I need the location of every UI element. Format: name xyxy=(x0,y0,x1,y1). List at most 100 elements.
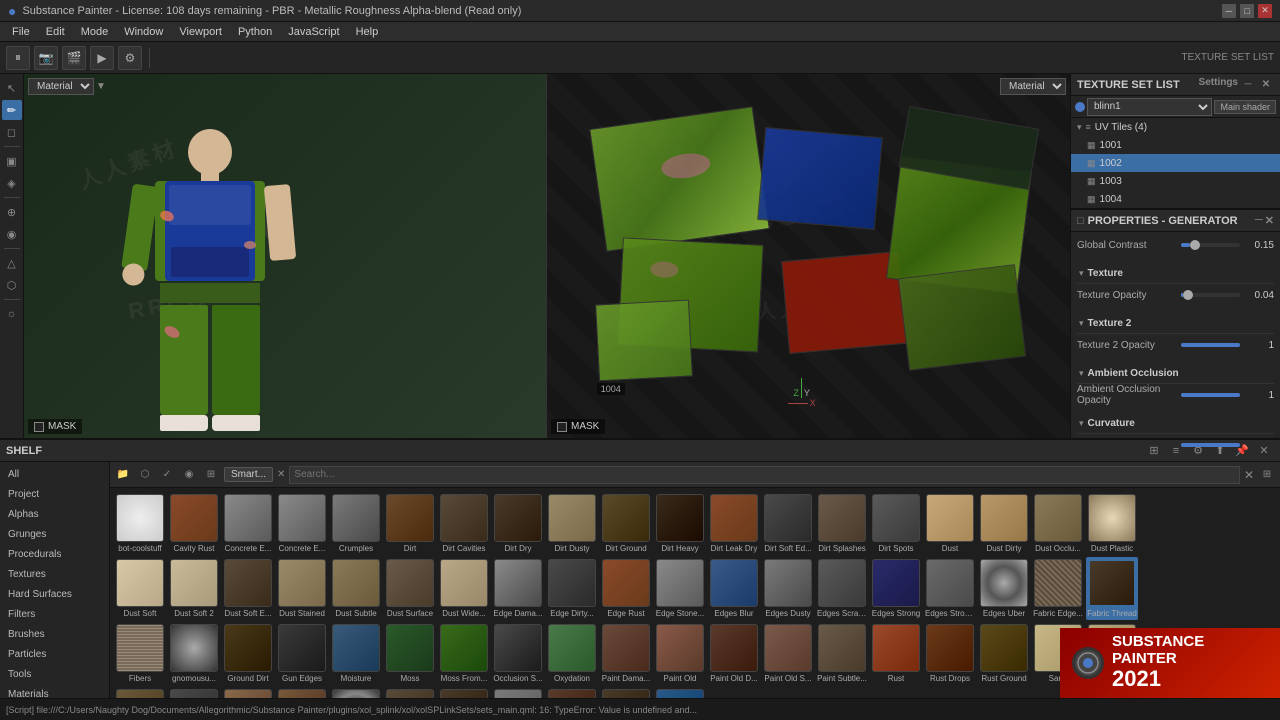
uv-tile-1002[interactable]: ▦ 1002 xyxy=(1071,154,1280,172)
material-name-select[interactable]: blinn1 xyxy=(1087,98,1212,116)
grid-item-31[interactable]: Edges Dusty xyxy=(762,557,814,620)
main-shader-button[interactable]: Main shader xyxy=(1214,100,1276,114)
paint-tool[interactable]: ✏ xyxy=(2,100,22,120)
render-button[interactable]: 🎬 xyxy=(62,46,86,70)
blur-tool[interactable]: ◉ xyxy=(2,224,22,244)
shelf-grid-btn[interactable]: ⊞ xyxy=(1144,442,1164,460)
global-contrast-slider[interactable] xyxy=(1181,243,1240,247)
grid-item-10[interactable]: Dirt Heavy xyxy=(654,492,706,555)
grid-item-28[interactable]: Edge Rust xyxy=(600,557,652,620)
curvature-opacity-slider[interactable] xyxy=(1181,443,1240,447)
grid-item-65[interactable]: Surface Rust xyxy=(546,687,598,698)
uv-tile-1003[interactable]: ▦ 1003 xyxy=(1071,172,1280,190)
grid-item-54[interactable]: Rust Ground xyxy=(978,622,1030,685)
grid-item-49[interactable]: Paint Old D... xyxy=(708,622,760,685)
clone-tool[interactable]: ⊕ xyxy=(2,202,22,222)
grid-item-58[interactable]: Sharp Dirt xyxy=(168,687,220,698)
texture2-category[interactable]: ▾ Texture 2 xyxy=(1077,314,1274,334)
render-mode-tool[interactable]: ☼ xyxy=(2,304,22,324)
grid-item-50[interactable]: Paint Old S... xyxy=(762,622,814,685)
minimize-button[interactable]: ─ xyxy=(1222,4,1236,18)
shelf-cat-tools[interactable]: Tools xyxy=(0,664,109,684)
filter-btn-check[interactable]: ✓ xyxy=(158,466,176,484)
grid-item-45[interactable]: Occlusion S... xyxy=(492,622,544,685)
grid-item-37[interactable]: Fabric Thread xyxy=(1086,557,1138,620)
menu-file[interactable]: File xyxy=(4,22,38,41)
grid-item-5[interactable]: Dirt xyxy=(384,492,436,555)
filter-btn-list[interactable]: ⬡ xyxy=(136,466,154,484)
grid-item-6[interactable]: Dirt Cavities xyxy=(438,492,490,555)
shelf-cat-grunges[interactable]: Grunges xyxy=(0,524,109,544)
search-input[interactable] xyxy=(289,466,1240,484)
shelf-cat-all[interactable]: All xyxy=(0,464,109,484)
filter-btn-toggle[interactable]: ◉ xyxy=(180,466,198,484)
filter-btn-grid[interactable]: ⊞ xyxy=(202,466,220,484)
curvature-category[interactable]: ▾ Curvature xyxy=(1077,414,1274,434)
shelf-cat-procedurals[interactable]: Procedurals xyxy=(0,544,109,564)
filter-display-btn[interactable]: ⊞ xyxy=(1258,466,1276,484)
menu-window[interactable]: Window xyxy=(116,22,171,41)
shelf-close-btn[interactable]: ✕ xyxy=(1254,442,1274,460)
grid-item-8[interactable]: Dirt Dusty xyxy=(546,492,598,555)
grid-item-38[interactable]: Fibers xyxy=(114,622,166,685)
maximize-button[interactable]: □ xyxy=(1240,4,1254,18)
shelf-cat-alphas[interactable]: Alphas xyxy=(0,504,109,524)
grid-item-35[interactable]: Edges Uber xyxy=(978,557,1030,620)
grid-item-27[interactable]: Edge Dirty... xyxy=(546,557,598,620)
viewport-2d[interactable]: RRCG.CN 人人素材 1004 xyxy=(547,74,1070,438)
grid-item-59[interactable]: Soft Damage xyxy=(222,687,274,698)
shelf-cat-particles[interactable]: Particles xyxy=(0,644,109,664)
grid-item-51[interactable]: Paint Subtle... xyxy=(816,622,868,685)
video-button[interactable]: ▶ xyxy=(90,46,114,70)
uv-tile-1001[interactable]: ▦ 1001 xyxy=(1071,136,1280,154)
grid-item-16[interactable]: Dust Dirty xyxy=(978,492,1030,555)
grid-item-7[interactable]: Dirt Dry xyxy=(492,492,544,555)
mask-checkbox-2d[interactable] xyxy=(557,422,567,432)
grid-item-13[interactable]: Dirt Splashes xyxy=(816,492,868,555)
properties-close-btn[interactable]: ✕ xyxy=(1265,214,1274,227)
grid-item-21[interactable]: Dust Soft E... xyxy=(222,557,274,620)
grid-item-33[interactable]: Edges Strong xyxy=(870,557,922,620)
uv-tiles-header[interactable]: ▾ ≡ UV Tiles (4) xyxy=(1071,118,1280,136)
grid-item-67[interactable]: Water Drops xyxy=(654,687,706,698)
texture-opacity-slider[interactable] xyxy=(1181,293,1240,297)
grid-item-39[interactable]: gnomousu... xyxy=(168,622,220,685)
grid-item-44[interactable]: Moss From... xyxy=(438,622,490,685)
menu-edit[interactable]: Edit xyxy=(38,22,73,41)
ao-category[interactable]: ▾ Ambient Occlusion xyxy=(1077,364,1274,384)
texture-category[interactable]: ▾ Texture xyxy=(1077,264,1274,284)
pause-button[interactable]: ⏸ xyxy=(6,46,30,70)
texture-set-minimize-btn[interactable]: ─ xyxy=(1240,77,1256,93)
mesh-tool[interactable]: ⬡ xyxy=(2,275,22,295)
grid-item-66[interactable]: Surface Worm xyxy=(600,687,652,698)
grid-item-34[interactable]: Edges Stron... xyxy=(924,557,976,620)
grid-item-20[interactable]: Dust Soft 2 xyxy=(168,557,220,620)
grid-item-9[interactable]: Dirt Ground xyxy=(600,492,652,555)
grid-item-47[interactable]: Paint Dama... xyxy=(600,622,652,685)
filter-btn-folder[interactable]: 📁 xyxy=(114,466,132,484)
search-clear-btn[interactable]: ✕ xyxy=(1244,468,1254,482)
shelf-cat-brushes[interactable]: Brushes xyxy=(0,624,109,644)
grid-item-46[interactable]: Oxydation xyxy=(546,622,598,685)
material-select-3d[interactable]: Material xyxy=(28,78,94,95)
grid-item-60[interactable]: Soft Dirt xyxy=(276,687,328,698)
grid-item-14[interactable]: Dirt Spots xyxy=(870,492,922,555)
grid-item-40[interactable]: Ground Dirt xyxy=(222,622,274,685)
shelf-cat-hard-surfaces[interactable]: Hard Surfaces xyxy=(0,584,109,604)
grid-item-63[interactable]: Stains Surface xyxy=(438,687,490,698)
grid-item-25[interactable]: Dust Wide... xyxy=(438,557,490,620)
menu-viewport[interactable]: Viewport xyxy=(171,22,230,41)
grid-item-43[interactable]: Moss xyxy=(384,622,436,685)
grid-item-22[interactable]: Dust Stained xyxy=(276,557,328,620)
grid-item-24[interactable]: Dust Surface xyxy=(384,557,436,620)
select-tool[interactable]: ↖ xyxy=(2,78,22,98)
close-button[interactable]: ✕ xyxy=(1258,4,1272,18)
grid-item-2[interactable]: Concrete E... xyxy=(222,492,274,555)
texture2-opacity-slider[interactable] xyxy=(1181,343,1240,347)
shelf-cat-project[interactable]: Project xyxy=(0,484,109,504)
grid-item-29[interactable]: Edge Stone... xyxy=(654,557,706,620)
grid-item-53[interactable]: Rust Drops xyxy=(924,622,976,685)
grid-item-57[interactable]: Sand Dust xyxy=(114,687,166,698)
erase-tool[interactable]: ◻ xyxy=(2,122,22,142)
texture-opacity-handle[interactable] xyxy=(1183,290,1193,300)
